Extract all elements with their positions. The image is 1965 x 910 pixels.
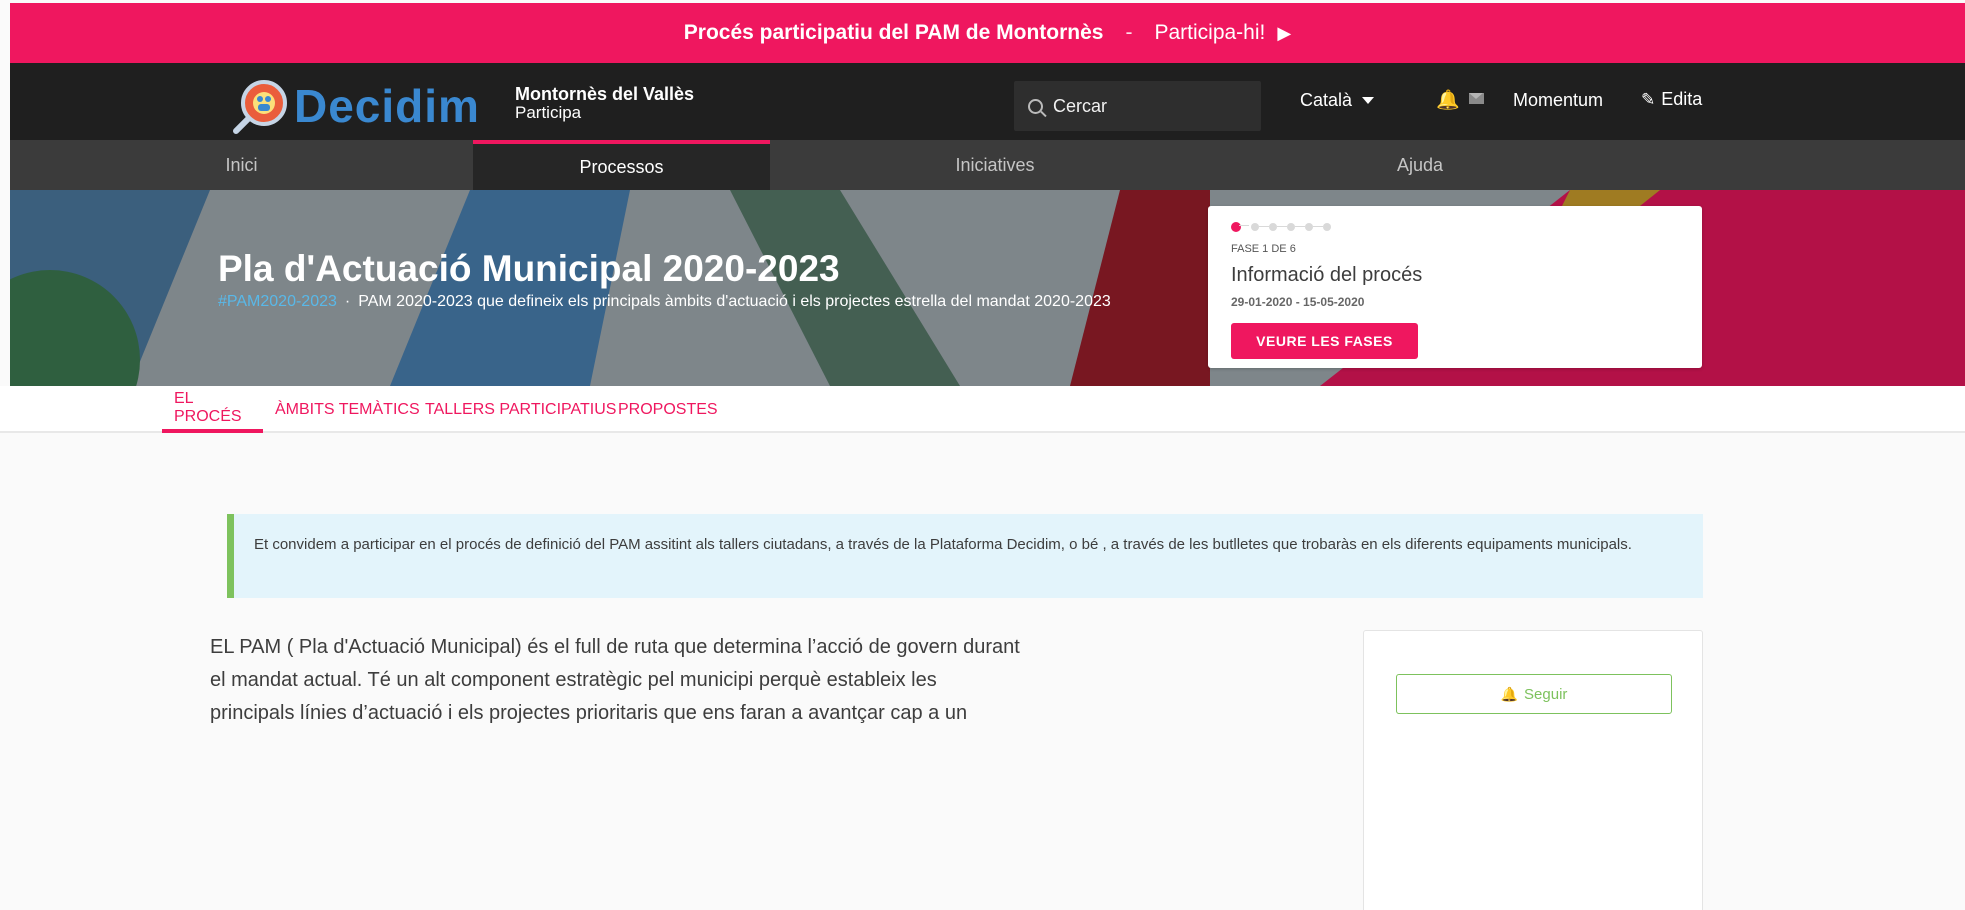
phase-dot	[1287, 223, 1305, 231]
body-line: EL PAM ( Pla d'Actuació Municipal) és el…	[210, 636, 1020, 658]
language-selector[interactable]: Català	[1300, 90, 1375, 111]
magnifier-logo-icon	[233, 80, 287, 134]
phase-dates: 29-01-2020 - 15-05-2020	[1231, 295, 1365, 309]
tab-propostes[interactable]: PROPOSTES	[618, 386, 718, 433]
nav-item-iniciatives[interactable]: Iniciatives	[770, 140, 1220, 190]
main-nav: Inici Processos Iniciatives Ajuda	[10, 140, 1965, 190]
user-menu[interactable]: Momentum	[1513, 90, 1603, 111]
announcement-link[interactable]: Participa-hi!	[1154, 21, 1265, 45]
process-body: EL PAM ( Pla d'Actuació Municipal) és el…	[210, 631, 1210, 730]
view-phases-button[interactable]: VEURE LES FASES	[1231, 323, 1418, 359]
main-header: Decidim Montornès del Vallès Participa C…	[10, 63, 1965, 140]
phase-step-label: FASE 1 DE 6	[1231, 243, 1296, 255]
body-line: principals línies d’actuació i els proje…	[210, 702, 968, 724]
nav-item-processos[interactable]: Processos	[473, 140, 770, 190]
search-box[interactable]	[1014, 81, 1261, 131]
pencil-icon: ✎	[1641, 89, 1656, 109]
tab-tallers-participatius[interactable]: TALLERS PARTICIPATIUS	[425, 386, 616, 433]
decidim-logo[interactable]: Decidim	[232, 77, 480, 135]
phase-card: FASE 1 DE 6 Informació del procés 29-01-…	[1208, 206, 1702, 368]
process-description: #PAM2020-2023 · PAM 2020-2023 que defineix…	[218, 290, 1208, 314]
announcement-bar: Procés participatiu del PAM de Montornès…	[10, 3, 1965, 63]
caret-down-icon	[1362, 97, 1375, 104]
logo-text: Decidim	[294, 80, 480, 132]
tab-ambits-tematics[interactable]: ÀMBITS TEMÀTICS	[275, 386, 420, 433]
announcement-title: Procés participatiu del PAM de Montornès	[683, 21, 1104, 44]
language-label: Català	[1300, 90, 1353, 110]
nav-item-ajuda[interactable]: Ajuda	[1220, 140, 1620, 190]
edit-label: Edita	[1661, 89, 1703, 109]
bell-icon: 🔔	[1500, 685, 1519, 702]
organization-name[interactable]: Montornès del Vallès Participa	[515, 85, 694, 122]
phase-dot	[1251, 223, 1269, 231]
process-sidebar-card: 🔔 Seguir	[1363, 630, 1703, 910]
search-icon	[1028, 98, 1043, 114]
bullet-separator: ·	[344, 293, 351, 310]
phase-dot	[1269, 223, 1287, 231]
search-input[interactable]	[1053, 95, 1243, 117]
process-title: Pla d'Actuació Municipal 2020-2023	[218, 248, 840, 289]
body-line: el mandat actual. Té un alt component es…	[210, 669, 937, 691]
tab-el-proces[interactable]: EL PROCÉS	[162, 386, 263, 433]
phase-dot-active	[1231, 222, 1249, 232]
process-hashtag[interactable]: #PAM2020-2023	[218, 293, 337, 310]
organization-title: Montornès del Vallès	[515, 84, 695, 104]
process-tabs: EL PROCÉS ÀMBITS TEMÀTICS TALLERS PARTIC…	[0, 386, 1965, 433]
phase-name: Informació del procés	[1231, 264, 1423, 286]
organization-subtitle: Participa	[515, 102, 582, 122]
phase-dot	[1323, 223, 1331, 231]
announcement-separator: -	[1125, 21, 1133, 44]
bell-icon[interactable]: 🔔	[1436, 88, 1460, 112]
follow-label: Seguir	[1524, 685, 1568, 703]
process-subtitle: PAM 2020-2023 que defineix els principal…	[358, 293, 1111, 310]
nav-item-inici[interactable]: Inici	[10, 140, 473, 190]
info-callout: Et convidem a participar en el procés de…	[227, 514, 1703, 598]
mail-icon[interactable]	[1469, 93, 1484, 104]
play-icon[interactable]: ▶	[1277, 23, 1291, 44]
phase-progress	[1231, 222, 1341, 232]
follow-button[interactable]: 🔔 Seguir	[1396, 674, 1672, 714]
edit-link[interactable]: ✎ Edita	[1641, 89, 1702, 110]
phase-dot	[1305, 223, 1323, 231]
